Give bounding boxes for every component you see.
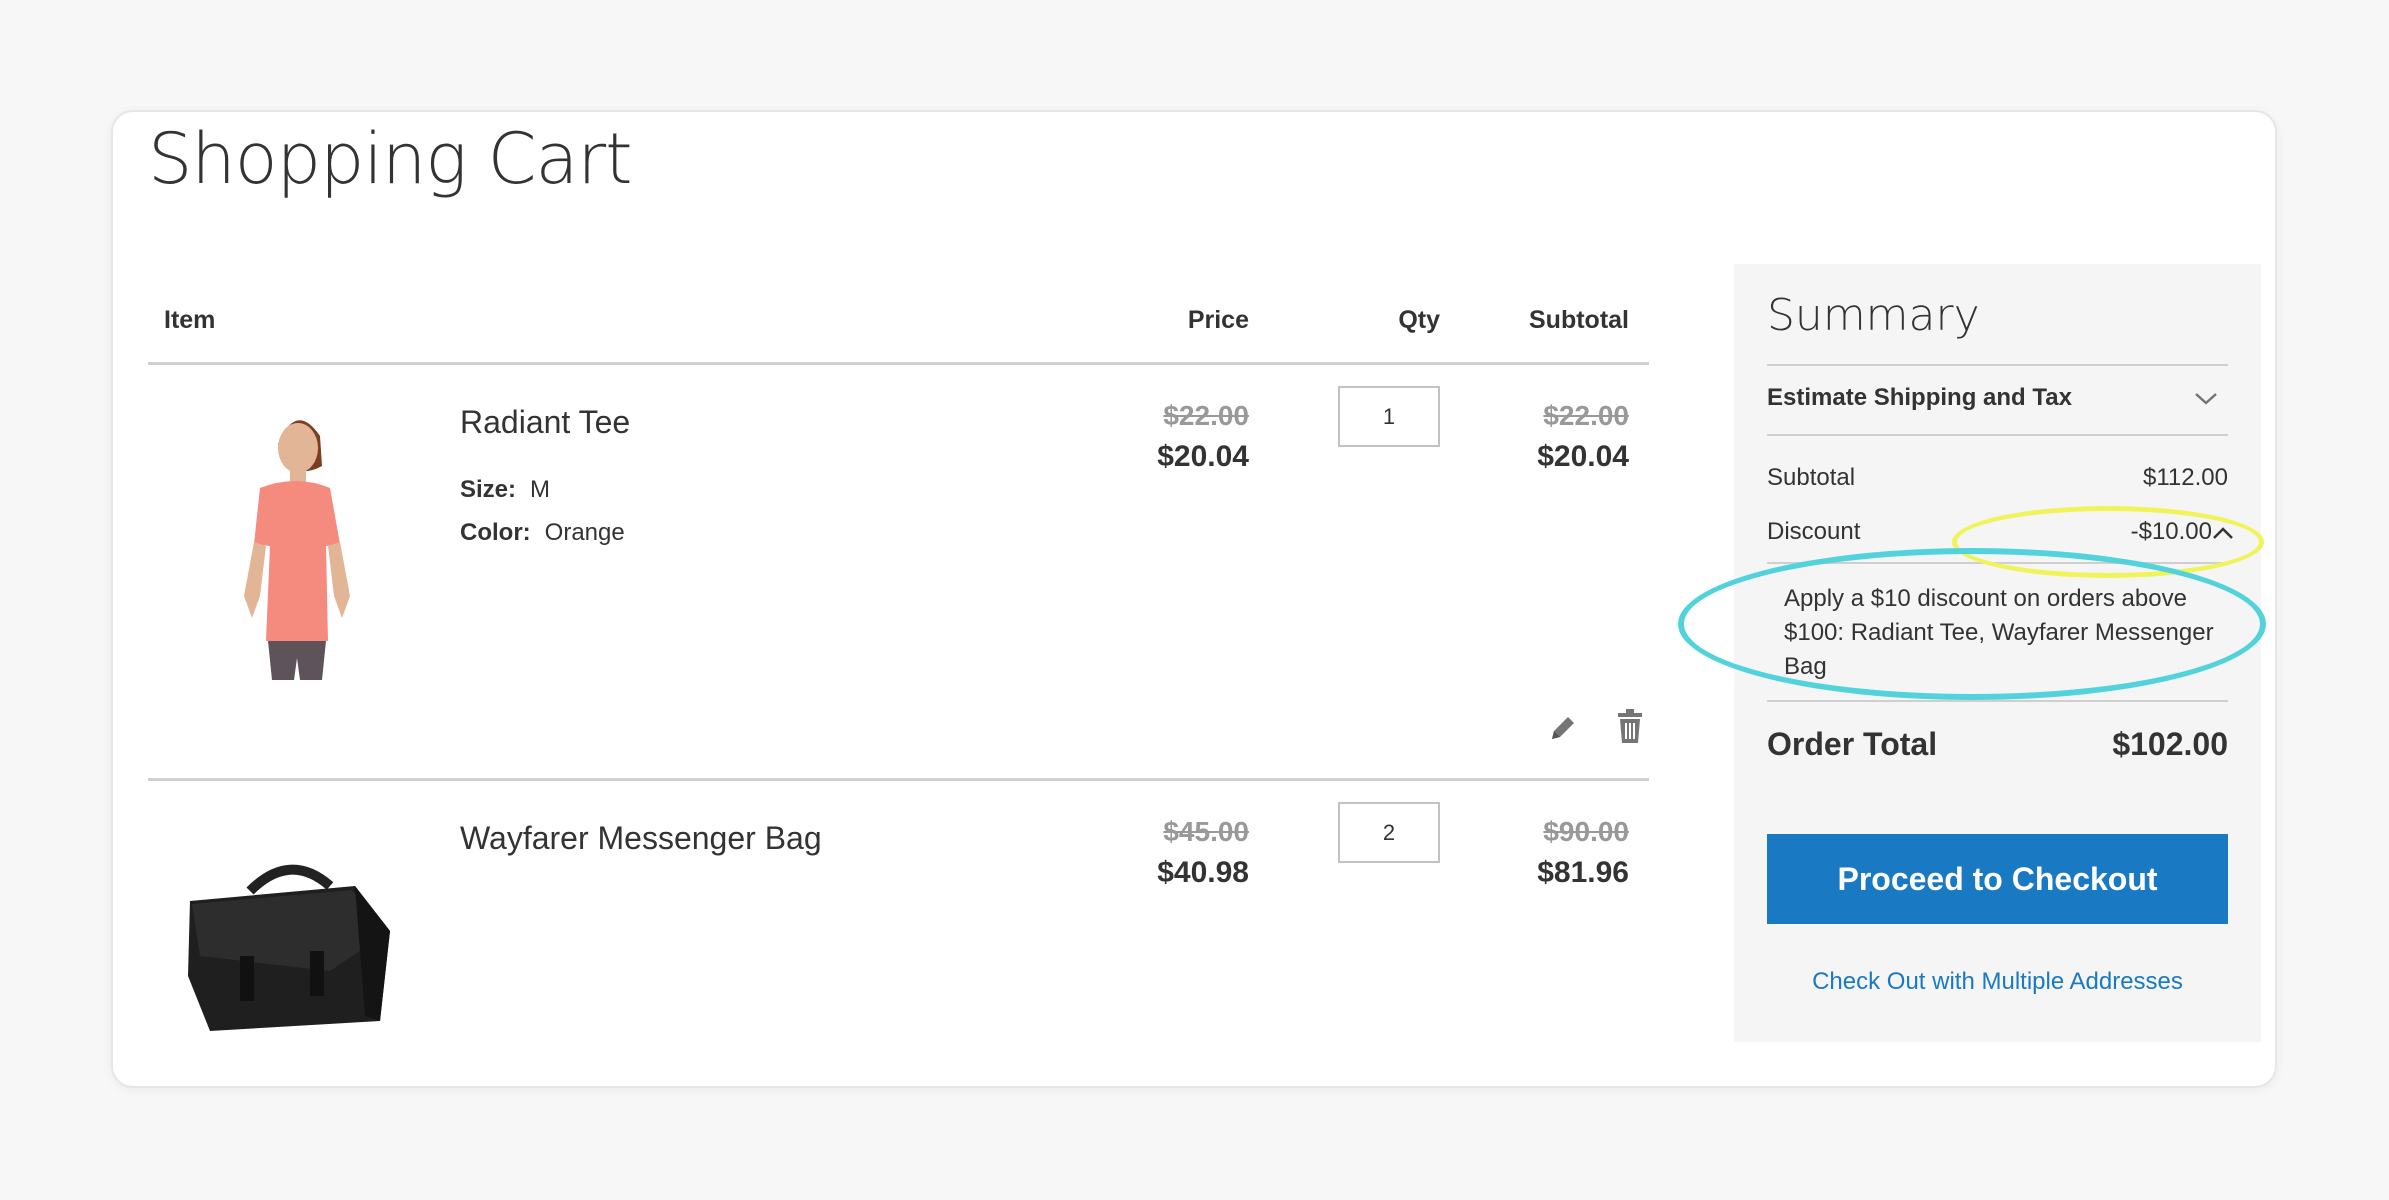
item-discounted-price: $40.98	[1157, 856, 1249, 889]
estimate-shipping-toggle[interactable]: Estimate Shipping and Tax	[1767, 384, 2228, 424]
bag-thumbnail	[188, 864, 390, 1031]
product-image-tee[interactable]	[208, 396, 383, 685]
subtotal-label: Subtotal	[1767, 464, 1856, 491]
discount-row[interactable]: Discount -$10.00	[1767, 518, 2233, 546]
option-label: Color:	[460, 519, 531, 546]
product-name-link[interactable]: Radiant Tee	[460, 404, 630, 441]
tee-thumbnail	[244, 420, 350, 680]
cart-row-radiant-tee: Radiant Tee Size: M Color: Orange $22.00 $…	[148, 364, 1649, 778]
multiple-addresses-link[interactable]: Check Out with Multiple Addresses	[1767, 968, 2228, 996]
discount-rule-description: Apply a $10 discount on orders above $10…	[1784, 585, 2214, 680]
subtotal-value: $112.00	[2143, 464, 2228, 491]
summary-divider	[1767, 700, 2228, 702]
order-total-value: $102.00	[2112, 726, 2228, 762]
product-option-color: Color: Orange	[460, 519, 625, 547]
discount-value: -$10.00	[2130, 518, 2212, 545]
discount-label: Discount	[1767, 518, 1861, 545]
chevron-down-icon	[2194, 386, 2218, 414]
qty-input[interactable]: 1	[1338, 386, 1440, 447]
page-title: Shopping Cart	[148, 118, 633, 200]
item-original-price: $22.00	[1163, 400, 1249, 431]
product-image-bag[interactable]	[180, 856, 395, 1041]
summary-divider	[1767, 364, 2228, 366]
item-discounted-subtotal: $20.04	[1537, 440, 1629, 473]
item-original-subtotal: $22.00	[1543, 400, 1629, 431]
option-label: Size:	[460, 476, 517, 503]
subtotal-row: Subtotal $112.00	[1767, 464, 2228, 492]
product-name-link[interactable]: Wayfarer Messenger Bag	[460, 820, 822, 857]
pencil-icon[interactable]	[1546, 710, 1580, 746]
proceed-to-checkout-button[interactable]: Proceed to Checkout	[1767, 834, 2228, 924]
option-value: M	[530, 476, 551, 503]
summary-title: Summary	[1767, 290, 1980, 341]
qty-input[interactable]: 2	[1338, 802, 1440, 863]
product-option-size: Size: M	[460, 476, 550, 504]
item-discounted-price: $20.04	[1157, 440, 1249, 473]
estimate-shipping-label: Estimate Shipping and Tax	[1767, 384, 2072, 411]
summary-divider	[1767, 562, 2228, 564]
order-summary: Summary Estimate Shipping and Tax Subtot…	[1734, 264, 2261, 1042]
column-header-subtotal: Subtotal	[1529, 306, 1629, 334]
column-header-qty: Qty	[1398, 306, 1440, 334]
trash-icon[interactable]	[1613, 708, 1647, 744]
cart-items-table: Item Price Qty Subtotal Radiant Tee Size…	[148, 290, 1649, 1090]
chevron-up-icon[interactable]	[2212, 520, 2234, 548]
column-header-item: Item	[164, 306, 216, 334]
item-original-subtotal: $90.00	[1543, 816, 1629, 847]
item-discounted-subtotal: $81.96	[1537, 856, 1629, 889]
order-total-row: Order Total $102.00	[1767, 726, 2228, 763]
column-header-price: Price	[1187, 306, 1249, 334]
item-original-price: $45.00	[1163, 816, 1249, 847]
summary-divider	[1767, 434, 2228, 436]
order-total-label: Order Total	[1767, 726, 1938, 762]
option-value: Orange	[544, 519, 625, 546]
cart-row-messenger-bag: Wayfarer Messenger Bag $45.00 $40.98 2 $…	[148, 780, 1649, 1080]
